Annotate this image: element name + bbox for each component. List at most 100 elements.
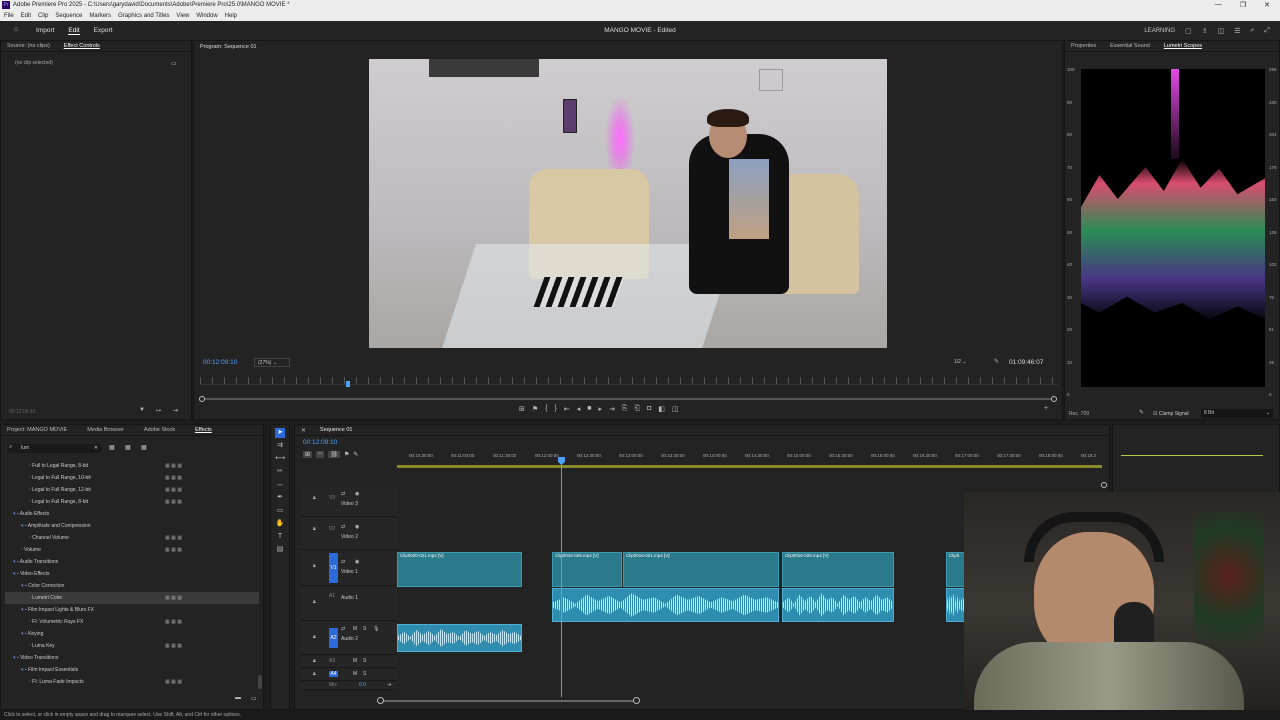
eye-icon[interactable]: ◉: [355, 559, 359, 565]
caption-tool-icon[interactable]: ▤: [275, 545, 285, 555]
tab-program[interactable]: Program: Sequence 01: [200, 44, 257, 50]
linked-selection-icon[interactable]: ⛓: [328, 451, 340, 458]
lock-icon[interactable]: 🔒︎: [313, 599, 316, 605]
insert-icon[interactable]: ⊞: [519, 405, 525, 413]
marker-icon[interactable]: ⚑: [532, 405, 538, 413]
effects-folder[interactable]: ▾ ▪ Keying: [5, 628, 259, 640]
work-area-bar[interactable]: [397, 465, 1102, 468]
menu-sequence[interactable]: Sequence: [55, 13, 82, 19]
mute-button[interactable]: M: [353, 658, 357, 664]
extract-icon[interactable]: ⎗: [634, 405, 640, 413]
zoom-handle-right[interactable]: [1051, 396, 1057, 402]
lock-icon[interactable]: 🔒︎: [313, 658, 316, 664]
chevron-down-icon[interactable]: ▾ ▪: [13, 571, 20, 577]
search-icon[interactable]: ⌕: [1250, 27, 1254, 35]
scope-settings-icon[interactable]: ✎: [1139, 409, 1144, 416]
zoom-handle-left[interactable]: [199, 396, 205, 402]
selection-tool-icon[interactable]: ➤: [275, 428, 285, 438]
lock-icon[interactable]: 🔒︎: [313, 563, 316, 569]
effects-item[interactable]: ▫ Volume ▦ ▦ ▦: [5, 544, 259, 556]
effects-item[interactable]: ▫ Luma Key ▦ ▦ ▦: [5, 640, 259, 652]
timeline-ruler[interactable]: 00:10:30:00 00:11:00:00 00:11:30:00 00:12:0…: [397, 451, 1102, 465]
sync-lock-icon[interactable]: ⇄: [341, 559, 345, 565]
effects-folder[interactable]: ▾ ▪ Audio Effects: [5, 508, 259, 520]
clamp-signal-checkbox[interactable]: ☑ Clamp Signal: [1153, 411, 1189, 417]
nav-edit[interactable]: Edit: [68, 27, 80, 35]
track-id[interactable]: A1: [329, 593, 335, 599]
goto-out-icon[interactable]: ⇥: [609, 405, 615, 413]
effects-item[interactable]: ▫ Legal to Full Range, 12-bit ▦ ▦ ▦: [5, 484, 259, 496]
effects-folder[interactable]: ▾ ▪ Amplitude and Compression: [5, 520, 259, 532]
effects-item[interactable]: ▫ FI: Luma Fade Impacts ▦ ▦ ▦: [5, 676, 259, 688]
quick-export-icon[interactable]: ⇪: [1202, 27, 1208, 35]
chevron-down-icon[interactable]: ▾ ▪: [13, 511, 20, 517]
video-clip[interactable]: Clip0020-021.mp4 [V]: [397, 552, 522, 587]
new-item-icon[interactable]: ▭: [251, 695, 257, 702]
step-forward-icon[interactable]: ▸: [598, 405, 602, 413]
audio-clip[interactable]: [782, 588, 894, 622]
timeline-hscroll[interactable]: [381, 700, 637, 702]
video-clip[interactable]: Clip0016-025.mp4 [V]: [552, 552, 622, 587]
zoom-select[interactable]: (27%) ⌄: [254, 358, 290, 367]
lock-icon[interactable]: 🔒︎: [313, 526, 316, 532]
effects-folder[interactable]: ▾ ▪ Video Transitions: [5, 652, 259, 664]
compare-icon[interactable]: ◧: [658, 405, 665, 413]
tab-media-browser[interactable]: Media Browser: [87, 427, 124, 433]
track-id[interactable]: A4: [329, 671, 338, 677]
menu-graphics[interactable]: Graphics and Titles: [118, 13, 169, 19]
tab-source[interactable]: Source: (no clips): [7, 43, 50, 49]
export-icon[interactable]: ⇥: [173, 407, 178, 414]
effects-scrollbar[interactable]: [258, 675, 262, 689]
lock-icon[interactable]: 🔒︎: [313, 634, 316, 640]
mark-out-icon[interactable]: }: [555, 405, 557, 413]
menu-edit[interactable]: Edit: [21, 13, 31, 19]
tab-essential-sound[interactable]: Essential Sound: [1110, 43, 1150, 49]
close-button[interactable]: ✕: [1264, 1, 1270, 9]
menu-clip[interactable]: Clip: [38, 13, 48, 19]
hscroll-handle-right[interactable]: [633, 697, 640, 704]
program-zoom-bar[interactable]: [202, 398, 1056, 400]
export-frame-icon[interactable]: ▭: [171, 60, 177, 67]
effects-item[interactable]: ▫ Channel Volume ▦ ▦ ▦: [5, 532, 259, 544]
tab-adobe-stock[interactable]: Adobe Stock: [144, 427, 175, 433]
track-id-v1[interactable]: V1: [329, 553, 338, 583]
video-clip[interactable]: Clip0016-025.mp4 [V]: [782, 552, 894, 587]
close-tab-icon[interactable]: ✕: [301, 427, 306, 434]
razor-tool-icon[interactable]: ✂: [275, 467, 285, 477]
sync-lock-icon[interactable]: ⇄: [341, 626, 345, 632]
camera-icon[interactable]: ◘: [647, 405, 651, 413]
chevron-down-icon[interactable]: ▾ ▪: [21, 667, 28, 673]
play-audio-icon[interactable]: ↦: [156, 407, 161, 414]
menu-markers[interactable]: Markers: [89, 13, 111, 19]
chevron-down-icon[interactable]: ▾ ▪: [21, 631, 28, 637]
sync-lock-icon[interactable]: ⇄: [341, 524, 345, 530]
menu-help[interactable]: Help: [225, 13, 237, 19]
chevron-down-icon[interactable]: ▾ ▪: [21, 583, 28, 589]
video-clip[interactable]: Clip0016-021.mp4 [V]: [623, 552, 779, 587]
yuv-effects-icon[interactable]: ▦: [141, 444, 147, 451]
tab-project[interactable]: Project: MANGO MOVIE: [7, 427, 67, 433]
effects-folder[interactable]: ▾ ▪ Video Effects: [5, 568, 259, 580]
timeline-timecode[interactable]: 00:12:09:10: [303, 439, 337, 446]
hscroll-handle-left[interactable]: [377, 697, 384, 704]
minimize-button[interactable]: —: [1215, 1, 1222, 9]
nav-import[interactable]: Import: [36, 27, 54, 35]
step-back-icon[interactable]: ◂: [577, 405, 581, 413]
fullscreen-icon[interactable]: ⤢: [1264, 27, 1270, 35]
accelerated-effects-icon[interactable]: ▦: [109, 444, 115, 451]
program-timecode[interactable]: 00:12:09:10: [203, 359, 237, 366]
tab-effect-controls[interactable]: Effect Controls: [64, 43, 100, 49]
lock-icon[interactable]: 🔒︎: [313, 671, 316, 677]
eye-icon[interactable]: ◉: [355, 524, 359, 530]
workspace-icon[interactable]: ▢: [1185, 27, 1192, 35]
program-playhead[interactable]: [346, 381, 350, 387]
tab-sequence[interactable]: Sequence 01: [320, 427, 352, 433]
effects-folder[interactable]: ▾ ▪ Audio Transitions: [5, 556, 259, 568]
mark-in-icon[interactable]: {: [545, 405, 547, 413]
resolution-select[interactable]: 1/2 ⌄: [954, 358, 984, 367]
timeline-settings-icon[interactable]: ✎: [353, 451, 358, 458]
program-mini-ruler[interactable]: [200, 377, 1058, 385]
maximize-button[interactable]: ❐: [1240, 1, 1246, 9]
solo-button[interactable]: S: [363, 658, 366, 664]
menu-file[interactable]: File: [4, 13, 14, 19]
